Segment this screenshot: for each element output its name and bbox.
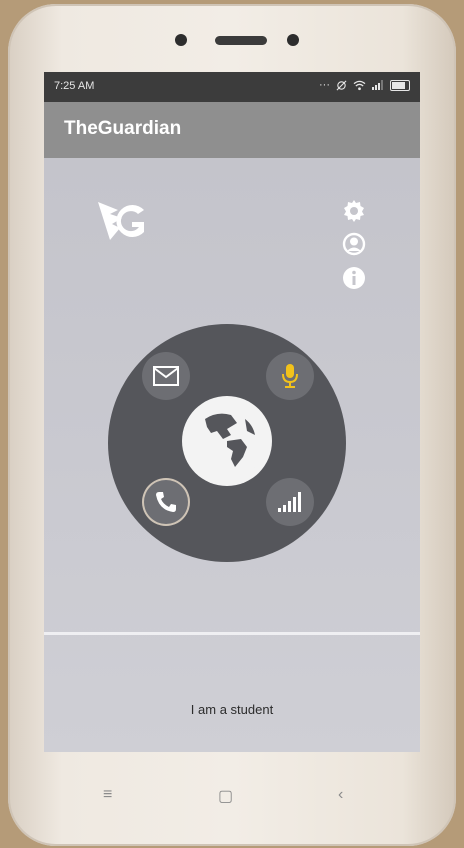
app-logo (98, 202, 144, 240)
side-icon-column (342, 198, 366, 300)
screen: 7:25 AM ··· TheGuardian I am a student (44, 72, 420, 752)
back-key[interactable]: ‹ (338, 786, 343, 804)
hardware-nav-keys: ≡ ▢ ‹ (0, 786, 464, 810)
phone-icon (156, 492, 176, 512)
transcript-divider (44, 632, 420, 635)
wifi-icon (353, 80, 366, 90)
status-icons: ··· (319, 79, 410, 91)
more-icon: ··· (319, 79, 330, 91)
globe-button[interactable] (182, 396, 272, 486)
action-wheel (108, 324, 346, 562)
mail-button[interactable] (142, 352, 190, 400)
speech-transcript: I am a student (190, 702, 274, 717)
earpiece-speaker (215, 36, 267, 45)
home-key[interactable]: ▢ (218, 786, 233, 806)
microphone-button[interactable] (266, 352, 314, 400)
phone-call-button[interactable] (142, 478, 190, 526)
settings-icon[interactable] (342, 198, 366, 222)
app-title: TheGuardian (64, 118, 182, 139)
signal-bars-icon (278, 492, 301, 512)
status-time: 7:25 AM (54, 80, 95, 92)
app-bar: TheGuardian (44, 102, 420, 158)
profile-icon[interactable] (342, 232, 366, 256)
mic-icon (282, 364, 298, 388)
front-sensor (287, 34, 299, 46)
mail-icon (153, 366, 179, 386)
globe-icon (189, 403, 265, 479)
front-camera (175, 34, 187, 46)
info-icon[interactable] (342, 266, 366, 290)
main-content: I am a student (44, 158, 420, 752)
status-bar: 7:25 AM ··· (44, 72, 420, 102)
menu-key[interactable]: ≡ (103, 786, 112, 804)
signal-button[interactable] (266, 478, 314, 526)
battery-icon (390, 79, 410, 91)
signal-icon (372, 80, 383, 90)
alarm-off-icon (336, 80, 347, 90)
